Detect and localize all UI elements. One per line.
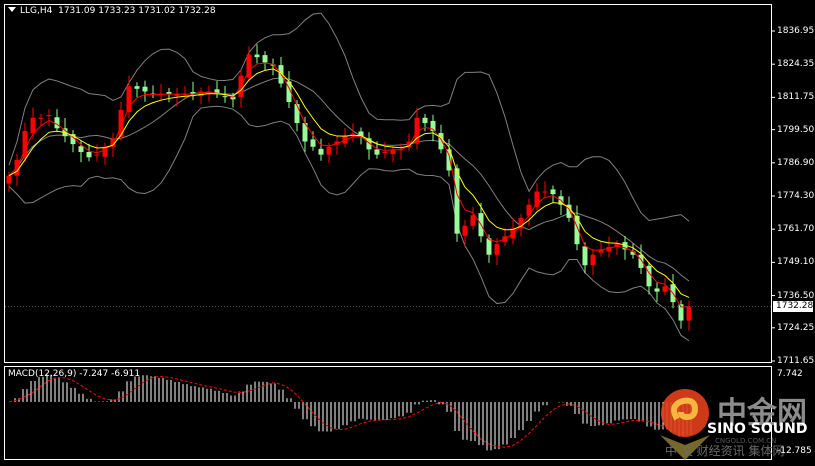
- symbol-label: LLG,H4: [20, 6, 53, 16]
- bear-candle: [318, 148, 324, 155]
- bear-candle: [654, 288, 660, 292]
- bull-candle: [30, 117, 36, 134]
- macd-title: MACD(12,26,9): [8, 369, 77, 379]
- macd-main-value: -7.247: [79, 369, 109, 379]
- bull-candle: [462, 225, 468, 236]
- bull-candle: [590, 254, 596, 266]
- bear-candle: [582, 246, 588, 266]
- svg-text:中 文 财经资讯 集体网: 中 文 财经资讯 集体网: [665, 443, 784, 458]
- bull-candle: [326, 146, 332, 155]
- bull-candle: [662, 286, 668, 292]
- bear-candle: [78, 146, 84, 153]
- bull-candle: [534, 191, 540, 207]
- bull-candle: [94, 154, 100, 156]
- price-axis-label: 1774.30: [777, 191, 815, 201]
- price-axis-label: 1736.50: [777, 290, 815, 301]
- bollinger-upper-line: [8, 12, 690, 222]
- bull-candle: [686, 306, 692, 321]
- bull-candle: [382, 152, 388, 154]
- bear-candle: [486, 238, 492, 255]
- bear-candle: [134, 86, 140, 89]
- bear-candle: [222, 96, 228, 98]
- bull-candle: [470, 215, 476, 226]
- bear-candle: [438, 133, 444, 150]
- bear-candle: [86, 152, 92, 158]
- price-axis-label: 1824.35: [777, 59, 815, 70]
- bull-candle: [526, 204, 532, 216]
- current-price-label: 1732.28: [773, 301, 813, 312]
- price-axis-label: 1724.25: [777, 322, 815, 333]
- price-axis-label: 1786.90: [777, 157, 815, 168]
- bear-candle: [422, 117, 428, 124]
- bear-candle: [262, 55, 268, 63]
- bull-candle: [6, 175, 12, 184]
- bear-candle: [254, 54, 260, 58]
- open-value: 1731.09: [58, 6, 96, 16]
- dropdown-triangle-icon[interactable]: [8, 7, 16, 12]
- macd-header: MACD(12,26,9) -7.247 -6.911: [8, 369, 140, 379]
- price-axis-label: 1799.50: [777, 124, 815, 135]
- bull-candle: [542, 191, 548, 193]
- chart-header: LLG,H4 1731.09 1733.23 1731.02 1732.28: [8, 6, 216, 16]
- bear-candle: [646, 265, 652, 287]
- price-axis-label: 1761.70: [777, 224, 815, 235]
- bull-candle: [126, 86, 132, 112]
- low-value: 1731.02: [138, 6, 176, 16]
- bear-candle: [374, 149, 380, 155]
- price-axis-label: 1811.75: [777, 92, 815, 103]
- bear-candle: [454, 168, 460, 234]
- high-value: 1733.23: [98, 6, 136, 16]
- macd-signal-value: -6.911: [111, 369, 141, 379]
- macd-axis-max: 7.742: [777, 369, 803, 379]
- macd-axis-min: -12.785: [777, 446, 812, 456]
- price-axis-label: 1836.95: [777, 26, 815, 36]
- svg-text:SINO SOUND: SINO SOUND: [707, 421, 807, 437]
- bear-candle: [142, 86, 148, 92]
- close-value: 1732.28: [178, 6, 216, 16]
- bull-candle: [38, 117, 44, 119]
- bear-candle: [550, 189, 556, 195]
- bull-candle: [494, 244, 500, 255]
- bear-candle: [310, 139, 316, 147]
- bull-candle: [46, 115, 52, 117]
- bear-candle: [54, 117, 60, 129]
- price-axis-label: 1749.10: [777, 257, 815, 268]
- price-axis-label: 1711.65: [777, 356, 815, 366]
- bear-candle: [294, 104, 300, 124]
- bear-candle: [638, 254, 644, 268]
